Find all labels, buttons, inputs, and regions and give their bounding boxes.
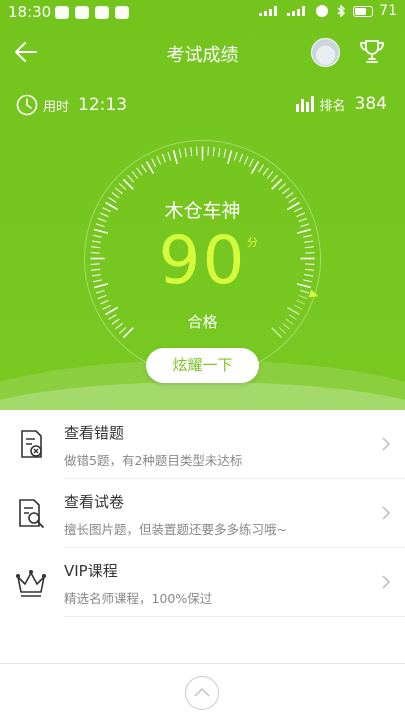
gauge-tick <box>296 299 306 305</box>
rank-value: 384 <box>354 94 387 114</box>
gauge-tick <box>266 171 274 179</box>
gauge-tick <box>248 158 254 167</box>
item-subtitle: 精选名师课程，100%保过 <box>64 591 213 606</box>
gauge-tick <box>238 153 244 163</box>
signal-icon <box>287 6 306 16</box>
gauge-tick <box>127 174 134 183</box>
item-title: VIP课程 <box>64 562 118 580</box>
divider <box>0 663 405 664</box>
item-title: 查看错题 <box>64 424 125 442</box>
list-item-vip-course[interactable]: VIP课程 精选名师课程，100%保过 <box>0 548 405 617</box>
chevron-right-icon <box>382 437 391 451</box>
pass-status: 合格 <box>187 313 218 331</box>
gauge-tick <box>118 183 127 190</box>
score-unit: 分 <box>247 236 258 249</box>
gauge-tick <box>218 147 221 157</box>
gauge-tick <box>227 150 233 165</box>
gauge-tick <box>131 171 139 179</box>
expand-up-button[interactable] <box>185 676 219 710</box>
gauge-tick <box>212 147 215 157</box>
signal-icon <box>259 6 278 16</box>
gauge-tick <box>122 178 134 190</box>
score-value: 90 <box>158 222 247 299</box>
gauge-tick <box>102 304 111 310</box>
crown-icon <box>16 570 46 597</box>
bar-chart-icon <box>295 96 314 112</box>
item-title: 查看试卷 <box>64 493 125 511</box>
bluetooth-icon <box>337 5 346 17</box>
wrong-questions-icon <box>21 430 42 458</box>
page-title: 考试成绩 <box>166 45 239 66</box>
gauge-tick <box>233 151 238 161</box>
trophy-icon[interactable] <box>357 37 387 67</box>
gauge-tick <box>262 167 269 176</box>
divider <box>64 616 405 617</box>
share-button[interactable]: 炫耀一下 <box>146 348 259 383</box>
time-used: 用时 12:13 <box>16 94 127 116</box>
rank-label: 排名 <box>319 98 346 114</box>
app-bar: 考试成绩 <box>0 30 405 74</box>
avatar[interactable] <box>311 38 340 67</box>
status-right: 71 <box>259 3 397 19</box>
chevron-right-icon <box>382 506 391 520</box>
gauge-tick <box>271 178 283 190</box>
battery-icon <box>353 5 374 17</box>
battery-level: 71 <box>379 3 397 19</box>
status-time: 18:30 <box>8 3 52 21</box>
image-icon <box>115 6 129 19</box>
gauge-tick <box>99 299 109 305</box>
gauge-tick <box>151 158 157 167</box>
gauge-tick <box>184 147 187 157</box>
action-list: 查看错题 做错5题，有2种题目类型未达标 查看试卷 擅长图片题，但装置题还要多多… <box>0 410 405 617</box>
gauge-tick <box>278 183 287 190</box>
chevron-up-icon <box>194 687 210 697</box>
gauge-tick <box>167 151 172 161</box>
gauge-tick <box>156 155 162 165</box>
list-item-review-paper[interactable]: 查看试卷 擅长图片题，但装置题还要多多练习哦~ <box>0 479 405 548</box>
review-paper-icon <box>19 499 44 528</box>
gauge-tick <box>115 187 123 195</box>
list-item-wrong-questions[interactable]: 查看错题 做错5题，有2种题目类型未达标 <box>0 410 405 479</box>
gauge-tick <box>141 164 147 173</box>
gauge-tick <box>145 161 155 175</box>
clock-icon <box>16 94 38 116</box>
user-title: 木仓车神 <box>164 200 241 222</box>
time-label: 用时 <box>43 99 70 115</box>
gauge-tick <box>161 153 167 163</box>
back-arrow-icon[interactable] <box>12 38 40 66</box>
chevron-right-icon <box>382 575 391 589</box>
app-icon <box>95 6 109 19</box>
gauge-tick <box>250 161 260 175</box>
gauge-tick <box>294 304 303 310</box>
gauge-tick <box>223 148 227 158</box>
gauge-tick <box>178 148 182 158</box>
gauge-tick <box>271 174 278 183</box>
time-value: 12:13 <box>78 95 128 115</box>
wifi-icon <box>316 5 329 17</box>
wechat-icon <box>55 6 69 19</box>
ranking: 排名 384 <box>295 94 387 114</box>
gauge-tick <box>258 164 264 173</box>
gauge-tick <box>243 155 249 165</box>
gauge-tick <box>172 150 178 165</box>
item-subtitle: 擅长图片题，但装置题还要多多练习哦~ <box>64 522 287 537</box>
message-icon <box>75 6 89 19</box>
gauge-tick <box>282 187 290 195</box>
gauge-tick <box>136 167 143 176</box>
item-subtitle: 做错5题，有2种题目类型未达标 <box>64 453 243 468</box>
gauge-tick <box>190 147 193 157</box>
status-bar: 18:30 71 <box>0 0 405 26</box>
notification-icons <box>55 6 129 19</box>
